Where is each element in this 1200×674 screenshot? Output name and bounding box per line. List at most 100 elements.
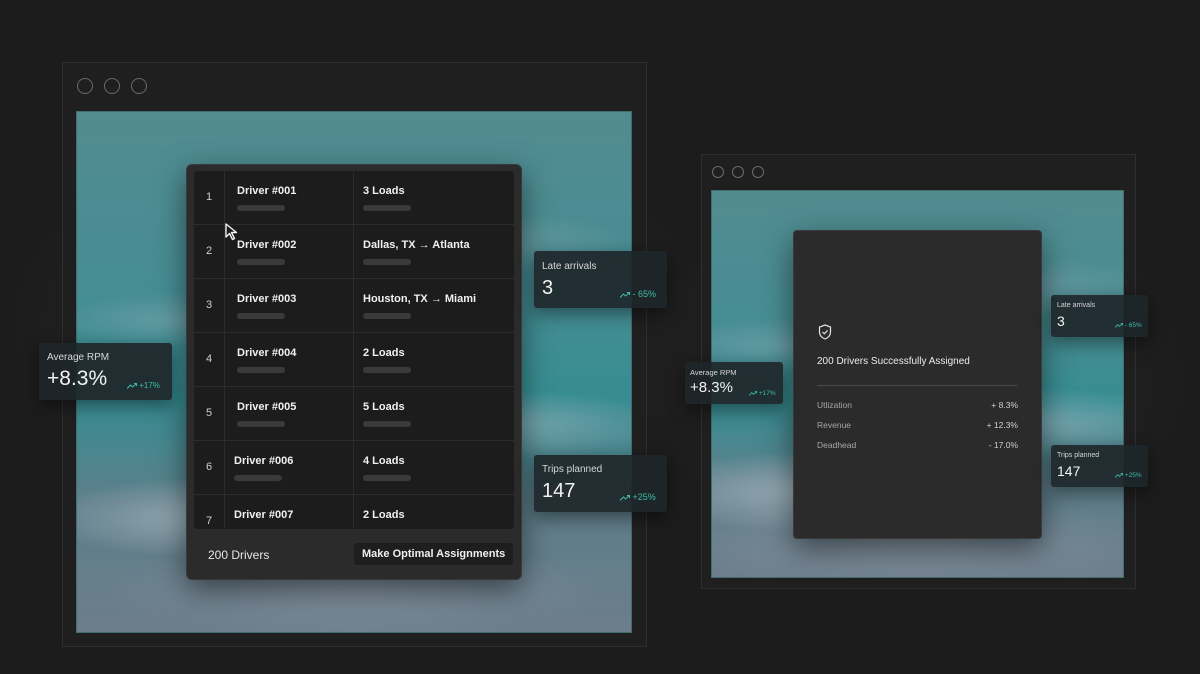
assignment-cell: 5 Loads [354, 387, 514, 440]
divider [817, 385, 1017, 386]
row-index: 3 [194, 279, 225, 332]
metric-value: + 8.3% [991, 400, 1018, 410]
assignment-text: 2 Loads [363, 509, 405, 521]
placeholder-bar [363, 259, 411, 265]
trend-up-icon [1115, 472, 1123, 478]
window-dot-icon[interactable] [131, 78, 147, 94]
driver-count: 200 Drivers [208, 548, 270, 562]
row-index: 6 [194, 441, 225, 494]
driver-cell: Driver #005 [225, 387, 354, 440]
assignment-cell: Dallas, TX → Atlanta [354, 225, 514, 278]
trend-up-icon [620, 291, 630, 298]
stat-label: Trips planned [1057, 452, 1100, 459]
placeholder-bar [363, 313, 411, 319]
stat-value: +8.3% [47, 367, 108, 390]
make-optimal-assignments-button[interactable]: Make Optimal Assignments [354, 543, 514, 565]
placeholder-bar [237, 367, 285, 373]
result-title: 200 Drivers Successfully Assigned [817, 356, 970, 367]
stat-change: +25% [1115, 472, 1142, 479]
late-arrivals-card: Late arrivals 3 - 65% [1051, 295, 1148, 337]
row-index: 4 [194, 333, 225, 386]
table-row[interactable]: 6 Driver #006 4 Loads [194, 441, 514, 495]
assignment-text: Houston, TX → Miami [363, 293, 477, 305]
table-row[interactable]: 7 Driver #007 2 Loads [194, 495, 514, 529]
window-dot-icon[interactable] [77, 78, 93, 94]
stat-change-value: +17% [139, 381, 160, 390]
stat-value: +8.3% [690, 379, 733, 396]
stat-label: Trips planned [542, 464, 603, 475]
stat-change-value: +25% [1124, 472, 1142, 479]
row-index: 5 [194, 387, 225, 440]
table-row[interactable]: 4 Driver #004 2 Loads [194, 333, 514, 387]
assignment-text: 4 Loads [363, 455, 405, 467]
row-index: 2 [194, 225, 225, 278]
cursor-arrow-icon [225, 223, 238, 241]
placeholder-bar [237, 205, 285, 211]
late-arrivals-card: Late arrivals 3 - 65% [534, 251, 667, 308]
row-index: 7 [194, 495, 225, 529]
assignment-cell: 2 Loads [354, 495, 514, 529]
stat-change: +17% [749, 390, 776, 397]
stat-change: - 65% [1115, 322, 1142, 329]
driver-name: Driver #003 [237, 293, 297, 305]
stat-label: Average RPM [47, 352, 110, 363]
metric-label: Revenue [817, 420, 852, 430]
stat-change-value: +25% [632, 492, 656, 502]
row-index: 1 [194, 171, 225, 224]
table-row[interactable]: 1 Driver #001 3 Loads [194, 171, 514, 225]
stat-change: - 65% [620, 289, 656, 299]
driver-name: Driver #004 [237, 347, 297, 359]
placeholder-bar [237, 421, 285, 427]
driver-cell: Driver #006 [225, 441, 354, 494]
driver-cell: Driver #007 [225, 495, 354, 529]
trend-up-icon [1115, 322, 1123, 328]
average-rpm-card: Average RPM +8.3% +17% [39, 343, 172, 400]
placeholder-bar [363, 367, 411, 373]
driver-name: Driver #001 [237, 185, 297, 197]
average-rpm-card: Average RPM +8.3% +17% [685, 362, 783, 404]
window-dot-icon[interactable] [712, 166, 724, 178]
assignment-text: 5 Loads [363, 401, 405, 413]
trend-up-icon [127, 382, 137, 389]
stat-value: 147 [1057, 463, 1081, 479]
placeholder-bar [363, 421, 411, 427]
placeholder-bar [234, 475, 282, 481]
driver-cell: Driver #002 [225, 225, 354, 278]
assignment-text: Dallas, TX → Atlanta [363, 239, 470, 251]
drivers-table: 1 Driver #001 3 Loads 2 Driver #002 Dall… [194, 171, 514, 529]
stat-value: 147 [542, 480, 576, 502]
driver-name: Driver #002 [237, 239, 297, 251]
stat-label: Average RPM [690, 368, 737, 377]
assignment-text: 2 Loads [363, 347, 405, 359]
stat-change: +17% [127, 381, 160, 390]
stat-change-value: - 65% [632, 289, 657, 299]
driver-cell: Driver #001 [225, 171, 354, 224]
driver-cell: Driver #003 [225, 279, 354, 332]
assignment-cell: 3 Loads [354, 171, 514, 224]
assignment-cell: Houston, TX → Miami [354, 279, 514, 332]
metric-value: - 17.0% [988, 440, 1018, 450]
placeholder-bar [237, 313, 285, 319]
stat-change: +25% [620, 492, 656, 502]
assignment-cell: 2 Loads [354, 333, 514, 386]
driver-name: Driver #007 [234, 509, 294, 521]
assignment-result-panel: 200 Drivers Successfully Assigned Utliza… [793, 230, 1042, 539]
placeholder-bar [363, 475, 411, 481]
window-dot-icon[interactable] [752, 166, 764, 178]
metric-label: Deadhead [817, 440, 857, 450]
table-row[interactable]: 3 Driver #003 Houston, TX → Miami [194, 279, 514, 333]
metric-value: + 12.3% [986, 420, 1018, 430]
placeholder-bar [237, 259, 285, 265]
table-row[interactable]: 5 Driver #005 5 Loads [194, 387, 514, 441]
metric-label: Utlization [817, 400, 852, 410]
assignment-cell: 4 Loads [354, 441, 514, 494]
window-dot-icon[interactable] [732, 166, 744, 178]
driver-name: Driver #005 [237, 401, 297, 413]
assignment-text: 3 Loads [363, 185, 405, 197]
table-row[interactable]: 2 Driver #002 Dallas, TX → Atlanta [194, 225, 514, 279]
stat-value: 3 [1057, 313, 1065, 329]
trips-planned-card: Trips planned 147 +25% [1051, 445, 1148, 487]
trips-planned-card: Trips planned 147 +25% [534, 455, 667, 512]
window-dot-icon[interactable] [104, 78, 120, 94]
shield-check-icon [818, 324, 832, 340]
